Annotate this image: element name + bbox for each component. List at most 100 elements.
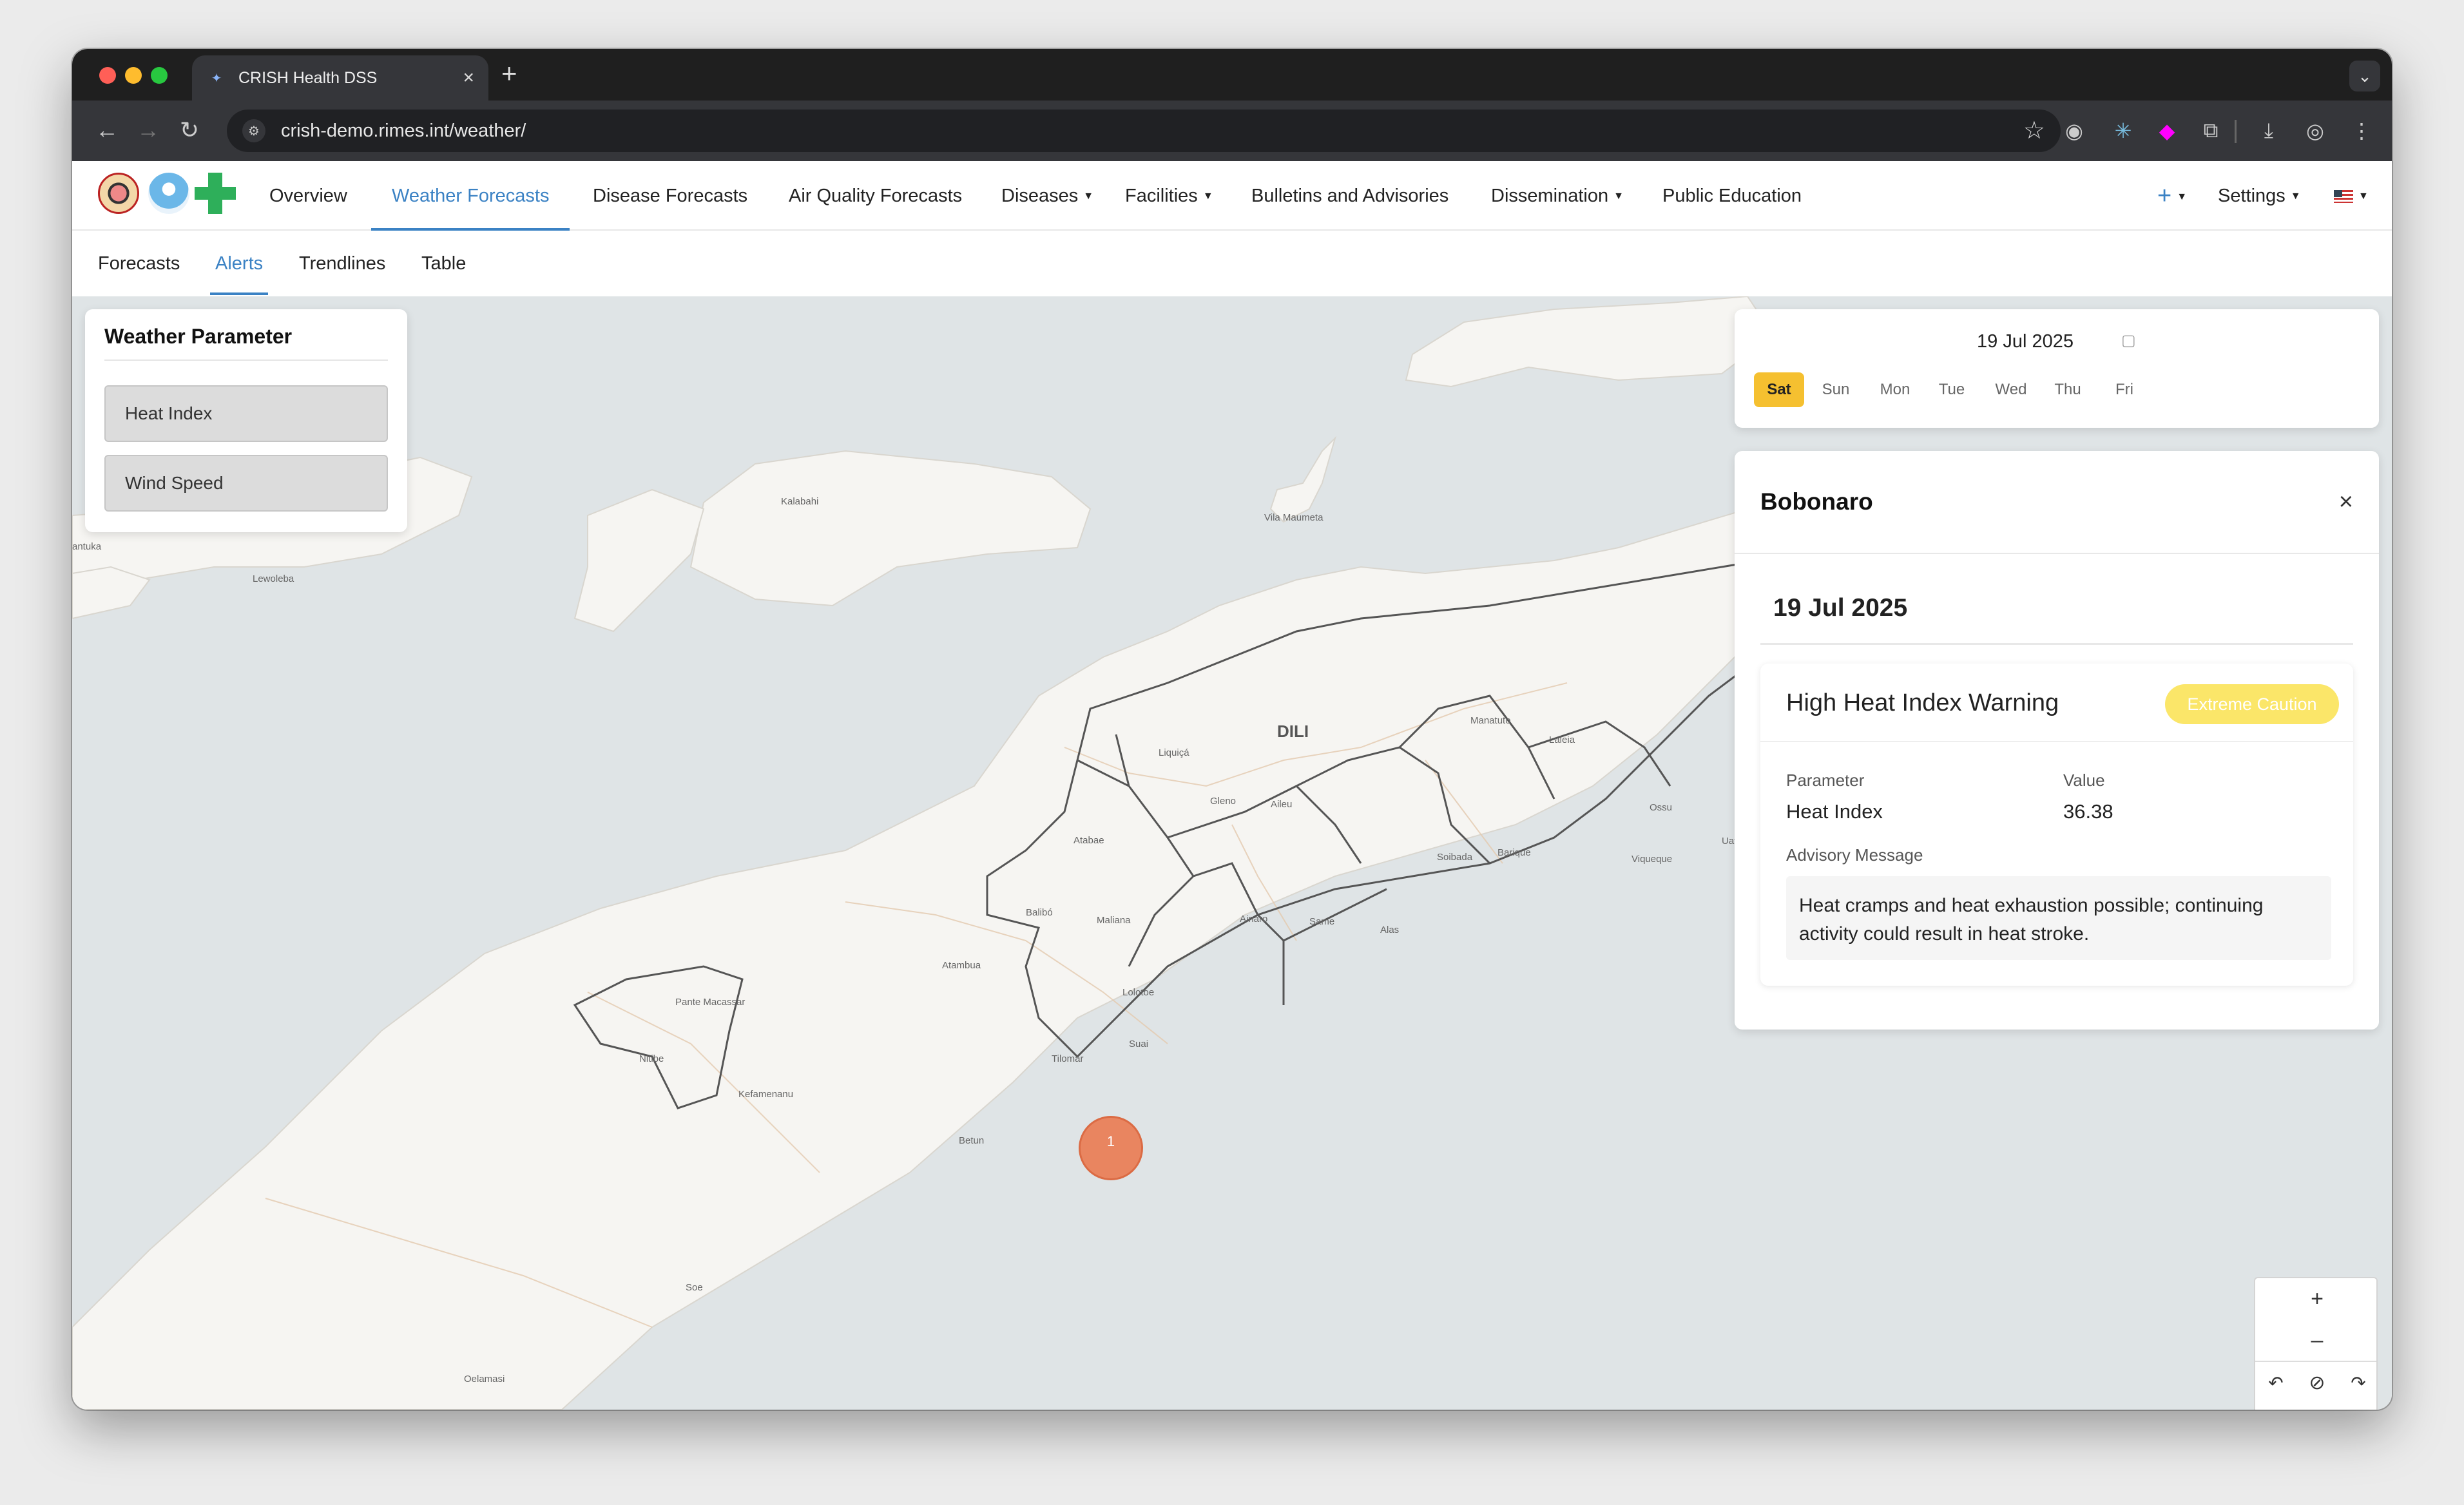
compass-icon[interactable]: ⊘ (2296, 1362, 2338, 1403)
map-place-label: Oelamasi (464, 1374, 505, 1385)
island-timor (72, 489, 1891, 1410)
add-dropdown[interactable]: + ▼ (2157, 161, 2187, 231)
nav-diseases-dropdown[interactable]: Diseases ▼ (1001, 161, 1093, 231)
map-place-label: Atambua (942, 960, 981, 971)
map-place-label: Gleno (1210, 796, 1237, 807)
tab-alerts[interactable]: Alerts (210, 232, 269, 295)
day-wed[interactable]: Wed (1983, 372, 2039, 407)
map-place-label: Laleia (1549, 734, 1575, 745)
sparkle-extension-icon[interactable]: ✳ (2108, 116, 2138, 146)
parameter-value: Heat Index (1786, 800, 1883, 823)
nav-disease-forecasts[interactable]: Disease Forecasts (593, 161, 747, 231)
nav-weather-forecasts[interactable]: Weather Forecasts (371, 161, 570, 231)
map-place-label: Maliana (1097, 915, 1131, 926)
bookmark-star-icon[interactable]: ☆ (2023, 116, 2045, 145)
map-place-label: Liquiçá (1159, 747, 1189, 758)
map-place-label: Lolotoe (1122, 987, 1155, 998)
map-place-label: Pante Macassar (675, 997, 746, 1008)
close-icon[interactable]: × (2339, 488, 2353, 516)
timor-leste-emblem-icon (98, 173, 139, 214)
extensions-puzzle-icon[interactable]: ⧉ (2196, 116, 2226, 146)
nav-dissemination-dropdown[interactable]: Dissemination ▼ (1491, 161, 1624, 231)
day-tue[interactable]: Tue (1927, 372, 1977, 407)
day-fri[interactable]: Fri (2099, 372, 2150, 407)
rotate-right-icon[interactable]: ↷ (2338, 1362, 2379, 1403)
settings-label: Settings (2218, 186, 2286, 206)
site-settings-icon[interactable]: ⚙ (242, 119, 265, 142)
tab-title: CRISH Health DSS (238, 68, 378, 87)
tilt-down-icon[interactable]: ↓ (2338, 1403, 2379, 1410)
nav-public-education[interactable]: Public Education (1662, 161, 1802, 231)
map-place-label: Lewoleba (253, 573, 294, 584)
calendar-icon[interactable]: ▢ (2121, 331, 2136, 350)
map-place-label: Atabae (1073, 835, 1104, 846)
caret-down-icon: ▼ (2358, 191, 2369, 202)
caret-down-icon: ▼ (2177, 191, 2188, 202)
download-icon[interactable]: ⤓ (2254, 116, 2284, 146)
tab-search-chevron-icon[interactable]: ⌄ (2349, 61, 2380, 91)
map-place-label: Kefamenanu (738, 1089, 794, 1100)
day-thu[interactable]: Thu (2043, 372, 2093, 407)
island-atauro (1269, 436, 1337, 523)
close-tab-icon[interactable]: × (463, 67, 474, 89)
map-place-label: Soe (686, 1282, 703, 1293)
nav-air-quality-forecasts[interactable]: Air Quality Forecasts (789, 161, 962, 231)
forward-arrow-icon[interactable]: → (131, 113, 165, 147)
zoom-out-button[interactable]: – (2296, 1319, 2338, 1361)
minimize-window-button[interactable] (125, 67, 142, 84)
caret-down-icon: ▼ (1613, 191, 1624, 202)
map-place-label: Betun (959, 1135, 985, 1146)
day-mon[interactable]: Mon (1867, 372, 1923, 407)
map-place-label: Alas (1380, 925, 1400, 935)
browser-tab-bar: ✦ CRISH Health DSS × + ⌄ (72, 49, 2392, 101)
language-dropdown[interactable]: ▼ (2334, 161, 2369, 231)
region-detail-panel: Bobonaro × 19 Jul 2025 High Heat Index W… (1735, 451, 2379, 1030)
back-arrow-icon[interactable]: ← (90, 113, 124, 147)
maximize-window-button[interactable] (151, 67, 168, 84)
selected-date[interactable]: 19 Jul 2025 (1977, 331, 2074, 352)
day-sat[interactable]: Sat (1754, 372, 1804, 407)
new-tab-icon[interactable]: + (501, 58, 517, 89)
tab-trendlines[interactable]: Trendlines (299, 232, 385, 295)
address-bar[interactable]: ⚙ crish-demo.rimes.int/weather/ ☆ (227, 110, 2061, 152)
heat-index-button[interactable]: Heat Index (104, 385, 388, 442)
close-window-button[interactable] (99, 67, 116, 84)
toolbar-separator (2235, 120, 2237, 143)
map-place-label: Manatuto (1470, 715, 1511, 726)
browser-toolbar: ← → ↻ ⚙ crish-demo.rimes.int/weather/ ☆ … (72, 101, 2392, 161)
nav-facilities-dropdown[interactable]: Facilities ▼ (1125, 161, 1213, 231)
us-flag-icon (2334, 190, 2353, 204)
app-navbar: Overview Weather Forecasts Disease Forec… (72, 161, 2392, 231)
browser-tab[interactable]: ✦ CRISH Health DSS × (192, 55, 488, 101)
zoom-in-button[interactable]: + (2296, 1278, 2338, 1319)
add-icon: + (2157, 182, 2172, 209)
media-extension-icon[interactable]: ◆ (2152, 116, 2182, 146)
marker-count: 1 (1106, 1133, 1115, 1149)
nav-overview[interactable]: Overview (269, 161, 347, 231)
map-place-label: Nitibe (639, 1053, 664, 1064)
wind-speed-button[interactable]: Wind Speed (104, 455, 388, 512)
screenshot-camera-icon[interactable]: ◉ (2059, 116, 2089, 146)
url-text: crish-demo.rimes.int/weather/ (281, 120, 526, 141)
rotate-left-icon[interactable]: ↶ (2255, 1362, 2296, 1403)
weather-parameter-panel: Weather Parameter Heat Index Wind Speed (85, 309, 407, 532)
health-cross-logo-icon (195, 173, 236, 214)
day-sun[interactable]: Sun (1811, 372, 1861, 407)
island-wetar (1405, 296, 1775, 388)
date-picker-panel: 19 Jul 2025 ▢ Sat Sun Mon Tue Wed Thu Fr… (1735, 309, 2379, 428)
map-place-label: Aileu (1271, 799, 1293, 810)
profile-avatar-icon[interactable]: ◎ (2300, 116, 2330, 146)
weather-parameter-title: Weather Parameter (104, 325, 293, 348)
tab-table[interactable]: Table (421, 232, 466, 295)
caret-down-icon: ▼ (2290, 191, 2301, 202)
map-place-label: DILI (1277, 722, 1309, 741)
tab-forecasts[interactable]: Forecasts (98, 232, 180, 295)
reload-icon[interactable]: ↻ (173, 113, 206, 147)
copy-icon[interactable]: ❐ (2296, 1403, 2338, 1410)
tilt-up-icon[interactable]: ↑ (2255, 1403, 2296, 1410)
browser-menu-icon[interactable]: ⋮ (2347, 116, 2376, 146)
map-canvas[interactable]: IlwakiKalabahiVila MaumetaantukaLewoleba… (72, 296, 2392, 1410)
nav-bulletins-and-advisories[interactable]: Bulletins and Advisories (1251, 161, 1449, 231)
alert-cluster-marker[interactable]: 1 (1079, 1116, 1143, 1180)
settings-dropdown[interactable]: Settings ▼ (2218, 161, 2301, 231)
